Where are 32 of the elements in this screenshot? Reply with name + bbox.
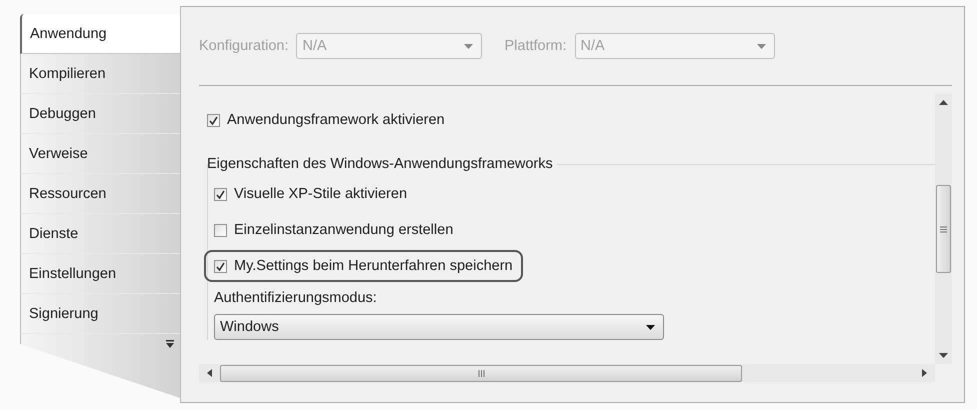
caret-icon bbox=[756, 44, 766, 48]
caret-icon bbox=[939, 353, 948, 358]
checkbox[interactable]: My.Settings beim Herunterfahren speichern bbox=[214, 252, 513, 280]
scroll-right-icon[interactable] bbox=[922, 369, 927, 377]
checkbox[interactable]: Anwendungsframework aktivieren bbox=[207, 106, 935, 134]
checkbox[interactable]: Einzelinstanzanwendung erstellen bbox=[214, 216, 454, 244]
scroll-left-icon[interactable] bbox=[207, 369, 212, 377]
tab[interactable]: Ressourcen bbox=[20, 174, 180, 214]
tab[interactable]: Kompilieren bbox=[20, 54, 180, 94]
vertical-scrollbar[interactable] bbox=[935, 94, 952, 364]
overflow-icon[interactable] bbox=[166, 340, 174, 348]
tab[interactable]: Debuggen bbox=[20, 94, 180, 134]
caret-icon bbox=[646, 324, 655, 330]
checkbox[interactable]: Visuelle XP-Stile aktivieren bbox=[214, 180, 408, 208]
check-icon bbox=[209, 116, 218, 124]
caret-icon bbox=[464, 44, 474, 48]
check-icon bbox=[216, 262, 225, 270]
tab[interactable]: Anwendung bbox=[20, 14, 181, 54]
scroll-thumb[interactable] bbox=[936, 185, 951, 273]
tab[interactable]: Signierung bbox=[20, 294, 180, 334]
group-title: Eigenschaften des Windows-Anwendungsframeworks bbox=[207, 156, 553, 172]
tab[interactable]: Verweise bbox=[20, 134, 180, 174]
tab[interactable]: Dienste bbox=[20, 214, 180, 254]
scroll-up-icon[interactable] bbox=[939, 100, 948, 105]
auth-label: Authentifizierungsmodus: bbox=[214, 290, 378, 306]
scroll-thumb[interactable] bbox=[220, 364, 742, 382]
check-icon bbox=[216, 190, 225, 198]
selector-label: Konfiguration: bbox=[199, 38, 288, 54]
auth-dropdown[interactable]: Windows bbox=[214, 314, 664, 340]
selector-label: Plattform: bbox=[504, 38, 567, 54]
tab[interactable]: Einstellungen bbox=[20, 254, 180, 294]
horizontal-scrollbar[interactable] bbox=[199, 364, 935, 382]
